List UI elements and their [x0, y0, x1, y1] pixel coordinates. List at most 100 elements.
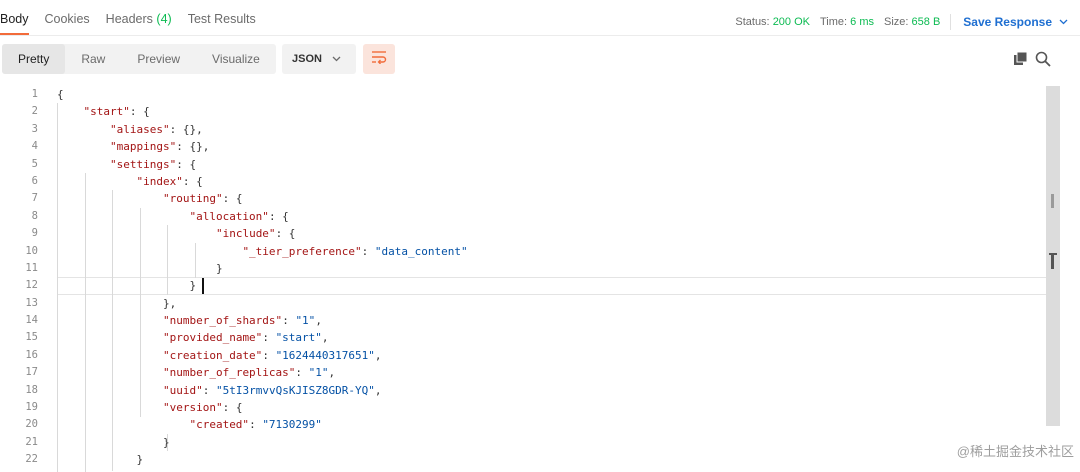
tab-label: Body	[0, 12, 29, 26]
json-key: "include"	[215, 227, 276, 241]
code-text: "number_of_shards": "1",	[57, 312, 322, 329]
code-line: 7 "routing": {	[0, 190, 1046, 207]
code-line: 16 "creation_date": "1624440317651",	[0, 347, 1046, 364]
json-key: "start"	[83, 105, 130, 119]
json-punctuation: : {	[129, 105, 150, 119]
search-button[interactable]	[1034, 50, 1052, 68]
code-line: 19 "version": {	[0, 399, 1046, 416]
json-punctuation	[57, 175, 136, 188]
json-punctuation	[57, 384, 163, 397]
json-punctuation	[57, 245, 242, 258]
code-line: 14 "number_of_shards": "1",	[0, 312, 1046, 329]
code-text: "routing": {	[57, 190, 242, 207]
json-key: "_tier_preference"	[242, 244, 362, 258]
tab-headers[interactable]: Headers (4)	[106, 12, 172, 34]
line-number: 5	[31, 157, 38, 170]
json-punctuation	[57, 123, 110, 136]
json-string: "1"	[308, 366, 329, 380]
code-line: 10 "_tier_preference": "data_content"	[0, 243, 1046, 260]
json-punctuation: :	[262, 348, 276, 362]
json-punctuation: },	[57, 296, 177, 310]
json-punctuation: ,	[374, 383, 382, 397]
code-text: "_tier_preference": "data_content"	[57, 243, 467, 260]
json-punctuation	[57, 331, 163, 344]
time-label: Time:	[820, 16, 848, 28]
scroll-marker	[1051, 194, 1054, 208]
tab-label: Cookies	[44, 12, 90, 26]
json-key: "created"	[189, 418, 250, 432]
view-mode-raw[interactable]: Raw	[65, 44, 121, 74]
code-line: 21 }	[0, 434, 1046, 451]
json-key: "allocation"	[189, 209, 269, 223]
json-key: "mappings"	[109, 140, 177, 154]
json-key: "creation_date"	[162, 348, 263, 362]
line-number: 1	[31, 88, 38, 100]
line-number: 16	[25, 348, 38, 361]
json-punctuation	[57, 349, 163, 362]
code-line: 15 "provided_name": "start",	[0, 329, 1046, 346]
code-text: },	[57, 295, 176, 312]
response-status-bar: Status: 200 OK Time: 6 ms Size: 658 B Sa…	[725, 14, 1068, 30]
copy-button[interactable]	[1012, 50, 1030, 68]
code-line: 8 "allocation": {	[0, 208, 1046, 225]
format-select-value: JSON	[292, 53, 322, 65]
save-response-button[interactable]: Save Response	[963, 15, 1068, 29]
code-lines: 1{2 "start": {3 "aliases": {}, 4 "mapping…	[0, 86, 1046, 469]
json-key: "index"	[136, 174, 183, 188]
line-number: 11	[25, 261, 38, 274]
line-number: 6	[31, 174, 38, 187]
code-text: }	[57, 260, 223, 277]
tab-body[interactable]: Body	[0, 12, 29, 35]
json-punctuation	[57, 314, 163, 327]
line-number: 7	[31, 192, 38, 205]
tab-label: Test Results	[187, 12, 256, 26]
json-string: "7130299"	[262, 418, 322, 432]
code-text: }	[57, 277, 196, 294]
line-number: 12	[25, 279, 38, 292]
divider	[950, 14, 952, 30]
format-select[interactable]: JSON	[282, 44, 356, 74]
code-text: "allocation": {	[57, 208, 288, 225]
response-tabs: Body Cookies Headers (4) Test Results	[0, 12, 272, 35]
code-text: "mappings": {},	[57, 138, 209, 155]
line-number: 17	[25, 366, 38, 379]
size-label: Size:	[884, 16, 909, 28]
json-punctuation	[57, 192, 163, 205]
time-value: 6 ms	[850, 16, 874, 28]
json-punctuation: : {	[182, 174, 203, 188]
response-body-editor[interactable]: 1{2 "start": {3 "aliases": {}, 4 "mapping…	[0, 86, 1046, 472]
json-punctuation	[57, 158, 110, 171]
code-text: "aliases": {},	[57, 121, 203, 138]
view-mode-preview[interactable]: Preview	[121, 44, 196, 74]
tab-test-results[interactable]: Test Results	[188, 12, 256, 34]
json-punctuation: }	[57, 279, 197, 293]
view-mode-pretty[interactable]: Pretty	[2, 44, 66, 74]
json-punctuation: : {	[222, 401, 243, 415]
size-value: 658 B	[911, 16, 941, 28]
wrap-lines-icon	[371, 50, 387, 69]
code-line: 12 }	[0, 277, 1046, 294]
code-text: }	[57, 451, 143, 468]
line-number: 15	[25, 331, 38, 344]
json-punctuation	[57, 140, 110, 153]
line-number: 21	[25, 435, 38, 448]
wrap-lines-button[interactable]	[363, 44, 395, 74]
json-key: "provided_name"	[162, 331, 263, 345]
line-number: 18	[25, 383, 38, 396]
time-info: Time: 6 ms	[820, 16, 874, 28]
vertical-scrollbar[interactable]	[1046, 86, 1060, 426]
json-punctuation: :	[295, 366, 309, 380]
json-punctuation	[57, 210, 189, 223]
json-string: "start"	[275, 331, 322, 345]
view-mode-visualize[interactable]: Visualize	[196, 44, 276, 74]
json-punctuation: : {	[275, 227, 296, 241]
line-number: 2	[31, 105, 38, 118]
code-text: "provided_name": "start",	[57, 329, 329, 346]
scroll-marker	[1051, 255, 1054, 269]
chevron-down-icon	[332, 54, 341, 64]
json-key: "settings"	[109, 157, 177, 171]
json-punctuation: :	[262, 331, 276, 345]
code-line: 5 "settings": {	[0, 156, 1046, 173]
code-line: 1{	[0, 86, 1046, 103]
tab-cookies[interactable]: Cookies	[45, 12, 90, 34]
